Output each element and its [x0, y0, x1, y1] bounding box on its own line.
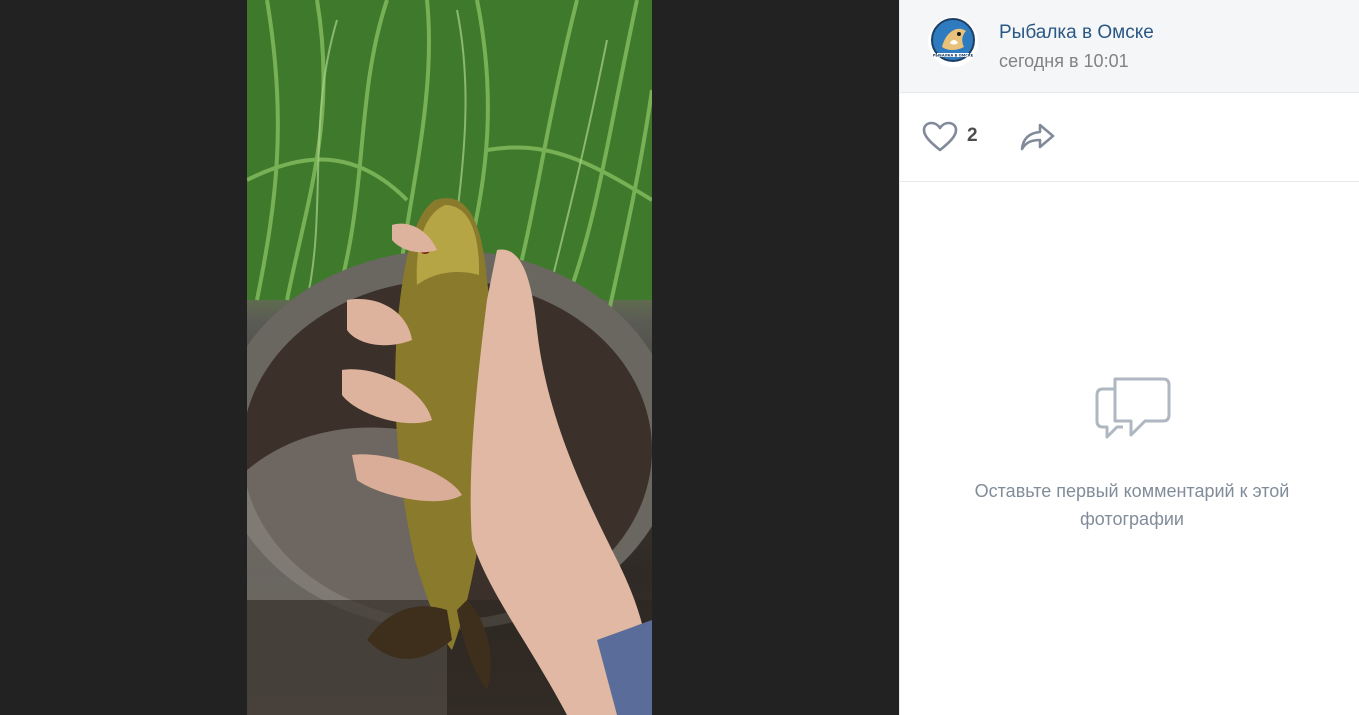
post-photo[interactable] [247, 0, 652, 715]
post-timestamp[interactable]: сегодня в 10:01 [999, 51, 1129, 72]
post-author-link[interactable]: Рыбалка в Омске [999, 22, 1154, 44]
group-logo-text: РЫБАЛКА В ОМСКЕ [933, 53, 974, 57]
like-count: 2 [967, 125, 978, 146]
post-sidebar: РЫБАЛКА В ОМСКЕ Рыбалка в Омске сегодня … [899, 0, 1359, 715]
photo-viewer [0, 0, 899, 715]
empty-comments-message: Оставьте первый комментарий к этой фотог… [974, 481, 1290, 529]
share-arrow-icon[interactable] [1020, 122, 1056, 152]
post-header: РЫБАЛКА В ОМСКЕ Рыбалка в Омске сегодня … [900, 0, 1359, 93]
speech-bubbles-icon [1095, 377, 1171, 439]
group-avatar[interactable]: РЫБАЛКА В ОМСКЕ [928, 17, 978, 67]
heart-icon[interactable] [922, 121, 958, 153]
group-logo-fish-icon: РЫБАЛКА В ОМСКЕ [931, 18, 975, 62]
fish-photo [247, 0, 652, 715]
